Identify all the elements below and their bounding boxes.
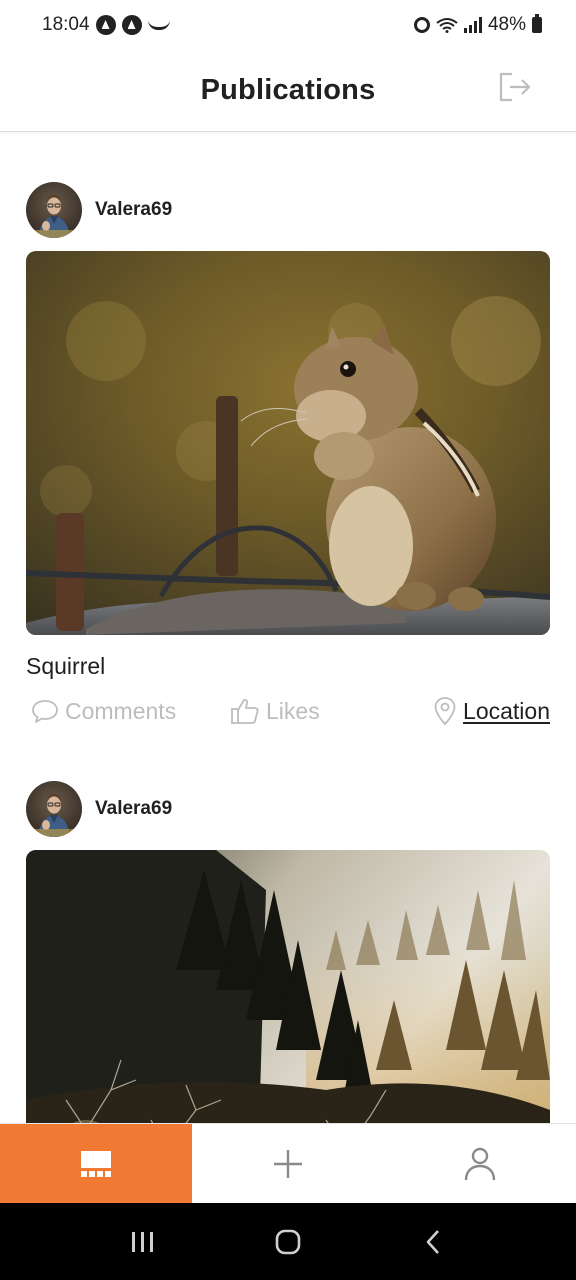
comments-button[interactable]: Comments	[31, 698, 176, 725]
wave-notification-icon	[147, 20, 170, 30]
nav-posts-tab[interactable]	[0, 1124, 192, 1203]
signal-icon	[463, 17, 482, 33]
comments-label: Comments	[65, 697, 177, 724]
status-right: 48%	[413, 14, 542, 36]
alarm-icon	[413, 17, 430, 33]
app-notification-icon	[95, 15, 116, 35]
back-button[interactable]	[413, 1222, 453, 1262]
battery-percent: 48%	[487, 14, 526, 35]
nav-profile-tab[interactable]	[384, 1124, 576, 1203]
system-navigation	[0, 1203, 576, 1280]
thumbs-up-icon	[231, 698, 259, 724]
wifi-icon	[436, 18, 458, 33]
location-link[interactable]: Location	[433, 696, 550, 726]
post-author[interactable]: Valera69	[26, 182, 550, 238]
home-icon	[275, 1229, 301, 1254]
post-photo[interactable]	[26, 251, 550, 635]
status-bar: 18:04 48%	[0, 0, 576, 50]
avatar[interactable]	[26, 781, 82, 837]
recent-apps-button[interactable]	[123, 1222, 163, 1262]
author-name: Valera69	[95, 199, 173, 220]
back-icon	[427, 1229, 440, 1254]
battery-icon	[532, 14, 542, 33]
logout-button[interactable]	[498, 70, 532, 104]
comment-icon	[32, 700, 58, 723]
nav-create-tab[interactable]	[192, 1124, 384, 1203]
avatar[interactable]	[26, 182, 82, 238]
plus-icon	[274, 1149, 302, 1178]
likes-label: Likes	[266, 697, 320, 724]
recent-apps-icon	[131, 1231, 153, 1252]
post-card: Valera69	[26, 781, 550, 1123]
post-author[interactable]: Valera69	[26, 781, 550, 837]
home-button[interactable]	[268, 1222, 308, 1262]
location-label: Location	[463, 697, 550, 724]
page-title: Publications	[200, 74, 376, 106]
user-icon	[464, 1147, 496, 1180]
status-left: 18:04	[42, 14, 170, 36]
likes-button[interactable]: Likes	[230, 697, 320, 725]
logout-icon	[499, 72, 531, 102]
post-card: Valera69	[26, 182, 550, 726]
post-title: Squirrel	[26, 653, 106, 679]
publications-feed[interactable]: Valera69 Squirrel Comments Likes Locatio…	[0, 132, 576, 1123]
location-pin-icon	[434, 697, 456, 726]
status-time: 18:04	[42, 14, 90, 35]
app-header: Publications	[0, 50, 576, 132]
post-actions: Comments Likes Location	[26, 696, 550, 726]
navigation-notification-icon	[121, 15, 142, 35]
bottom-navigation	[0, 1123, 576, 1203]
posts-grid-icon	[81, 1150, 111, 1177]
post-photo[interactable]	[26, 850, 550, 1123]
author-name: Valera69	[95, 798, 173, 819]
